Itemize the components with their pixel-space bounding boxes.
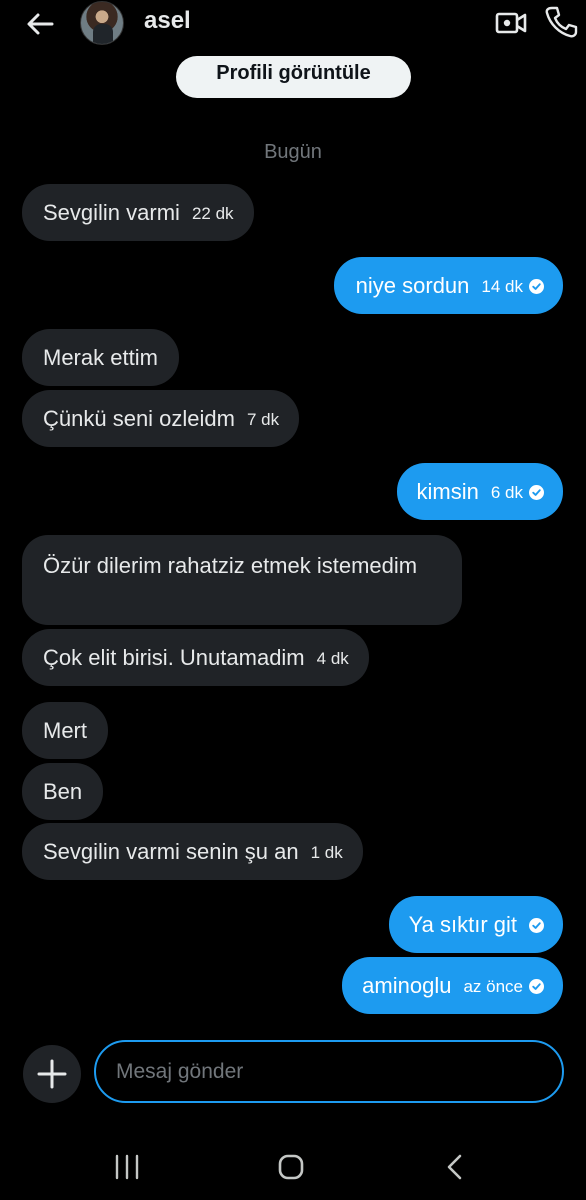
phone-icon[interactable] — [544, 4, 578, 40]
check-circle-icon — [529, 279, 544, 294]
date-separator: Bugün — [264, 141, 322, 163]
nav-back-icon[interactable] — [440, 1152, 470, 1182]
message-text: Çok elit birisi. Unutamadim — [43, 645, 305, 670]
message-time: 14 dk — [481, 277, 523, 296]
message-text: Mert — [43, 718, 87, 743]
arrow-left-icon[interactable] — [22, 6, 58, 42]
message-bubble-outgoing[interactable]: Ya sıktır git — [388, 896, 563, 953]
conversation-title[interactable]: asel — [144, 7, 191, 35]
message-bubble-incoming[interactable]: Çok elit birisi. Unutamadim 4 dk — [22, 629, 369, 686]
message-text: Sevgilin varmi senin şu an — [43, 839, 299, 864]
check-circle-icon — [529, 918, 544, 933]
plus-icon — [37, 1059, 67, 1089]
chat-header: asel — [0, 0, 586, 50]
message-time: 1 dk — [310, 843, 343, 862]
message-bubble-outgoing[interactable]: niye sordun 14 dk — [333, 257, 563, 314]
avatar[interactable] — [80, 1, 124, 45]
check-circle-icon — [529, 979, 544, 994]
message-input[interactable] — [116, 1052, 546, 1092]
view-profile-button[interactable]: Profili görüntüle — [176, 56, 411, 98]
message-bubble-incoming[interactable]: Sevgilin varmi senin şu an 1 dk — [22, 823, 363, 880]
check-circle-icon — [529, 485, 544, 500]
message-text: aminoglu — [362, 973, 452, 998]
video-call-icon[interactable] — [494, 6, 528, 40]
message-text: Ben — [43, 779, 83, 804]
message-text: niye sordun — [355, 273, 470, 298]
message-text: Merak ettim — [43, 345, 158, 370]
message-time: 6 dk — [490, 483, 523, 502]
message-text: Sevgilin varmi — [43, 200, 180, 225]
message-time: 4 dk — [316, 649, 349, 668]
message-bubble-outgoing[interactable]: aminoglu az önce — [342, 957, 563, 1014]
message-time: az önce — [463, 977, 523, 996]
message-bubble-incoming[interactable]: Ben — [22, 763, 104, 820]
message-bubble-incoming[interactable]: Sevgilin varmi 22 dk — [22, 184, 254, 241]
message-text: Özür dilerim rahatziz etmek istemedim — [43, 553, 418, 578]
message-text: kimsin — [416, 479, 479, 504]
recent-apps-icon[interactable] — [112, 1153, 142, 1181]
message-text: Çünkü seni ozleidm — [43, 406, 235, 431]
message-composer[interactable] — [94, 1040, 564, 1103]
message-time: 7 dk — [246, 410, 280, 429]
message-bubble-incoming[interactable]: Çünkü seni ozleidm 7 dk — [22, 390, 300, 447]
message-bubble-incoming[interactable]: Mert — [22, 702, 108, 759]
add-attachment-button[interactable] — [23, 1045, 81, 1103]
message-bubble-outgoing[interactable]: kimsin 6 dk — [396, 463, 563, 520]
message-time: 22 dk — [191, 204, 234, 223]
message-bubble-incoming[interactable]: Merak ettim — [22, 329, 179, 386]
message-text: Ya sıktır git — [408, 912, 517, 937]
home-icon[interactable] — [276, 1153, 306, 1181]
message-bubble-incoming[interactable]: Özür dilerim rahatziz etmek istemedim — [22, 535, 462, 625]
